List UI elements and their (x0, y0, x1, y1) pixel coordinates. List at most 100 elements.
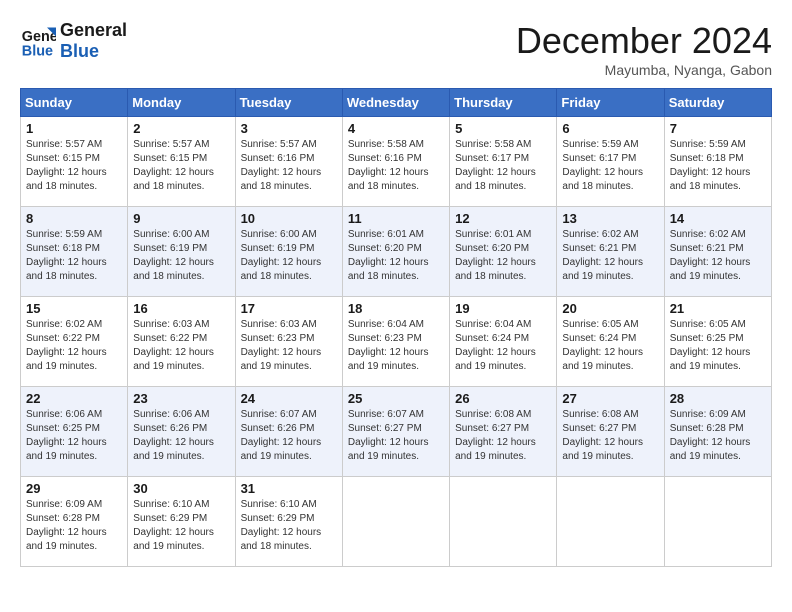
day-info: Sunrise: 6:02 AMSunset: 6:22 PMDaylight:… (26, 318, 122, 374)
calendar-day-cell: 22 Sunrise: 6:06 AMSunset: 6:25 PMDayligh… (21, 387, 128, 477)
day-number: 2 (133, 121, 229, 136)
day-info: Sunrise: 5:59 AMSunset: 6:18 PMDaylight:… (26, 228, 122, 284)
day-info: Sunrise: 6:04 AMSunset: 6:24 PMDaylight:… (455, 318, 551, 374)
day-info: Sunrise: 6:02 AMSunset: 6:21 PMDaylight:… (670, 228, 766, 284)
location: Mayumba, Nyanga, Gabon (516, 62, 772, 78)
calendar-day-cell: 24 Sunrise: 6:07 AMSunset: 6:26 PMDayligh… (235, 387, 342, 477)
day-info: Sunrise: 5:57 AMSunset: 6:16 PMDaylight:… (241, 138, 337, 194)
day-number: 24 (241, 391, 337, 406)
day-number: 4 (348, 121, 444, 136)
day-info: Sunrise: 6:07 AMSunset: 6:27 PMDaylight:… (348, 408, 444, 464)
day-number: 11 (348, 211, 444, 226)
day-info: Sunrise: 5:57 AMSunset: 6:15 PMDaylight:… (26, 138, 122, 194)
day-info: Sunrise: 6:09 AMSunset: 6:28 PMDaylight:… (670, 408, 766, 464)
day-number: 23 (133, 391, 229, 406)
day-info: Sunrise: 5:57 AMSunset: 6:15 PMDaylight:… (133, 138, 229, 194)
day-number: 9 (133, 211, 229, 226)
logo-blue: Blue (60, 41, 127, 62)
weekday-header-cell: Saturday (664, 89, 771, 117)
header: General Blue General Blue December 2024 … (20, 20, 772, 78)
calendar-week-row: 22 Sunrise: 6:06 AMSunset: 6:25 PMDayligh… (21, 387, 772, 477)
day-info: Sunrise: 6:01 AMSunset: 6:20 PMDaylight:… (455, 228, 551, 284)
day-info: Sunrise: 6:01 AMSunset: 6:20 PMDaylight:… (348, 228, 444, 284)
day-info: Sunrise: 6:03 AMSunset: 6:23 PMDaylight:… (241, 318, 337, 374)
day-number: 29 (26, 481, 122, 496)
day-number: 16 (133, 301, 229, 316)
calendar-day-cell: 1 Sunrise: 5:57 AMSunset: 6:15 PMDaylight… (21, 117, 128, 207)
day-info: Sunrise: 6:09 AMSunset: 6:28 PMDaylight:… (26, 498, 122, 554)
calendar-day-cell: 8Sunrise: 5:59 AMSunset: 6:18 PMDaylight… (21, 207, 128, 297)
calendar-day-cell: 26Sunrise: 6:08 AMSunset: 6:27 PMDayligh… (450, 387, 557, 477)
calendar-day-cell: 2 Sunrise: 5:57 AMSunset: 6:15 PMDaylight… (128, 117, 235, 207)
weekday-header: SundayMondayTuesdayWednesdayThursdayFrid… (21, 89, 772, 117)
calendar-day-cell: 16 Sunrise: 6:03 AMSunset: 6:22 PMDayligh… (128, 297, 235, 387)
day-number: 28 (670, 391, 766, 406)
day-info: Sunrise: 5:59 AMSunset: 6:18 PMDaylight:… (670, 138, 766, 194)
day-number: 19 (455, 301, 551, 316)
day-number: 15 (26, 301, 122, 316)
day-number: 7 (670, 121, 766, 136)
day-number: 17 (241, 301, 337, 316)
calendar-day-cell: 18Sunrise: 6:04 AMSunset: 6:23 PMDayligh… (342, 297, 449, 387)
calendar-day-cell: 25Sunrise: 6:07 AMSunset: 6:27 PMDayligh… (342, 387, 449, 477)
calendar-day-cell: 17 Sunrise: 6:03 AMSunset: 6:23 PMDayligh… (235, 297, 342, 387)
calendar-day-cell: 7 Sunrise: 5:59 AMSunset: 6:18 PMDaylight… (664, 117, 771, 207)
calendar-day-cell: 21Sunrise: 6:05 AMSunset: 6:25 PMDayligh… (664, 297, 771, 387)
calendar: SundayMondayTuesdayWednesdayThursdayFrid… (20, 88, 772, 567)
logo: General Blue General Blue (20, 20, 127, 62)
day-number: 26 (455, 391, 551, 406)
day-info: Sunrise: 5:59 AMSunset: 6:17 PMDaylight:… (562, 138, 658, 194)
calendar-day-cell: 12 Sunrise: 6:01 AMSunset: 6:20 PMDayligh… (450, 207, 557, 297)
calendar-day-cell (342, 477, 449, 567)
calendar-day-cell: 30 Sunrise: 6:10 AMSunset: 6:29 PMDayligh… (128, 477, 235, 567)
calendar-week-row: 29 Sunrise: 6:09 AMSunset: 6:28 PMDayligh… (21, 477, 772, 567)
day-info: Sunrise: 6:00 AMSunset: 6:19 PMDaylight:… (241, 228, 337, 284)
calendar-day-cell: 5 Sunrise: 5:58 AMSunset: 6:17 PMDaylight… (450, 117, 557, 207)
weekday-header-cell: Sunday (21, 89, 128, 117)
day-info: Sunrise: 6:10 AMSunset: 6:29 PMDaylight:… (133, 498, 229, 554)
day-number: 6 (562, 121, 658, 136)
day-info: Sunrise: 6:00 AMSunset: 6:19 PMDaylight:… (133, 228, 229, 284)
day-number: 20 (562, 301, 658, 316)
calendar-day-cell (664, 477, 771, 567)
weekday-header-cell: Wednesday (342, 89, 449, 117)
calendar-day-cell: 31Sunrise: 6:10 AMSunset: 6:29 PMDayligh… (235, 477, 342, 567)
weekday-header-cell: Thursday (450, 89, 557, 117)
month-title: December 2024 (516, 20, 772, 62)
day-info: Sunrise: 6:06 AMSunset: 6:26 PMDaylight:… (133, 408, 229, 464)
day-number: 30 (133, 481, 229, 496)
day-number: 5 (455, 121, 551, 136)
logo-icon: General Blue (20, 23, 56, 59)
day-number: 21 (670, 301, 766, 316)
day-number: 1 (26, 121, 122, 136)
logo-general: General (60, 20, 127, 41)
calendar-day-cell: 20Sunrise: 6:05 AMSunset: 6:24 PMDayligh… (557, 297, 664, 387)
calendar-day-cell: 3 Sunrise: 5:57 AMSunset: 6:16 PMDaylight… (235, 117, 342, 207)
calendar-week-row: 1 Sunrise: 5:57 AMSunset: 6:15 PMDaylight… (21, 117, 772, 207)
day-number: 22 (26, 391, 122, 406)
day-info: Sunrise: 6:06 AMSunset: 6:25 PMDaylight:… (26, 408, 122, 464)
calendar-day-cell: 23 Sunrise: 6:06 AMSunset: 6:26 PMDayligh… (128, 387, 235, 477)
calendar-day-cell (557, 477, 664, 567)
calendar-day-cell: 28 Sunrise: 6:09 AMSunset: 6:28 PMDayligh… (664, 387, 771, 477)
calendar-day-cell: 27Sunrise: 6:08 AMSunset: 6:27 PMDayligh… (557, 387, 664, 477)
calendar-day-cell: 6 Sunrise: 5:59 AMSunset: 6:17 PMDaylight… (557, 117, 664, 207)
calendar-week-row: 15 Sunrise: 6:02 AMSunset: 6:22 PMDayligh… (21, 297, 772, 387)
title-area: December 2024 Mayumba, Nyanga, Gabon (516, 20, 772, 78)
day-number: 31 (241, 481, 337, 496)
day-number: 3 (241, 121, 337, 136)
day-info: Sunrise: 6:03 AMSunset: 6:22 PMDaylight:… (133, 318, 229, 374)
day-info: Sunrise: 6:07 AMSunset: 6:26 PMDaylight:… (241, 408, 337, 464)
calendar-day-cell: 14 Sunrise: 6:02 AMSunset: 6:21 PMDayligh… (664, 207, 771, 297)
calendar-day-cell: 4Sunrise: 5:58 AMSunset: 6:16 PMDaylight… (342, 117, 449, 207)
day-info: Sunrise: 5:58 AMSunset: 6:17 PMDaylight:… (455, 138, 551, 194)
day-info: Sunrise: 6:08 AMSunset: 6:27 PMDaylight:… (562, 408, 658, 464)
calendar-day-cell: 29 Sunrise: 6:09 AMSunset: 6:28 PMDayligh… (21, 477, 128, 567)
weekday-header-cell: Monday (128, 89, 235, 117)
calendar-body: 1 Sunrise: 5:57 AMSunset: 6:15 PMDaylight… (21, 117, 772, 567)
calendar-day-cell: 13Sunrise: 6:02 AMSunset: 6:21 PMDayligh… (557, 207, 664, 297)
calendar-day-cell: 10Sunrise: 6:00 AMSunset: 6:19 PMDayligh… (235, 207, 342, 297)
day-number: 13 (562, 211, 658, 226)
day-number: 12 (455, 211, 551, 226)
day-number: 14 (670, 211, 766, 226)
